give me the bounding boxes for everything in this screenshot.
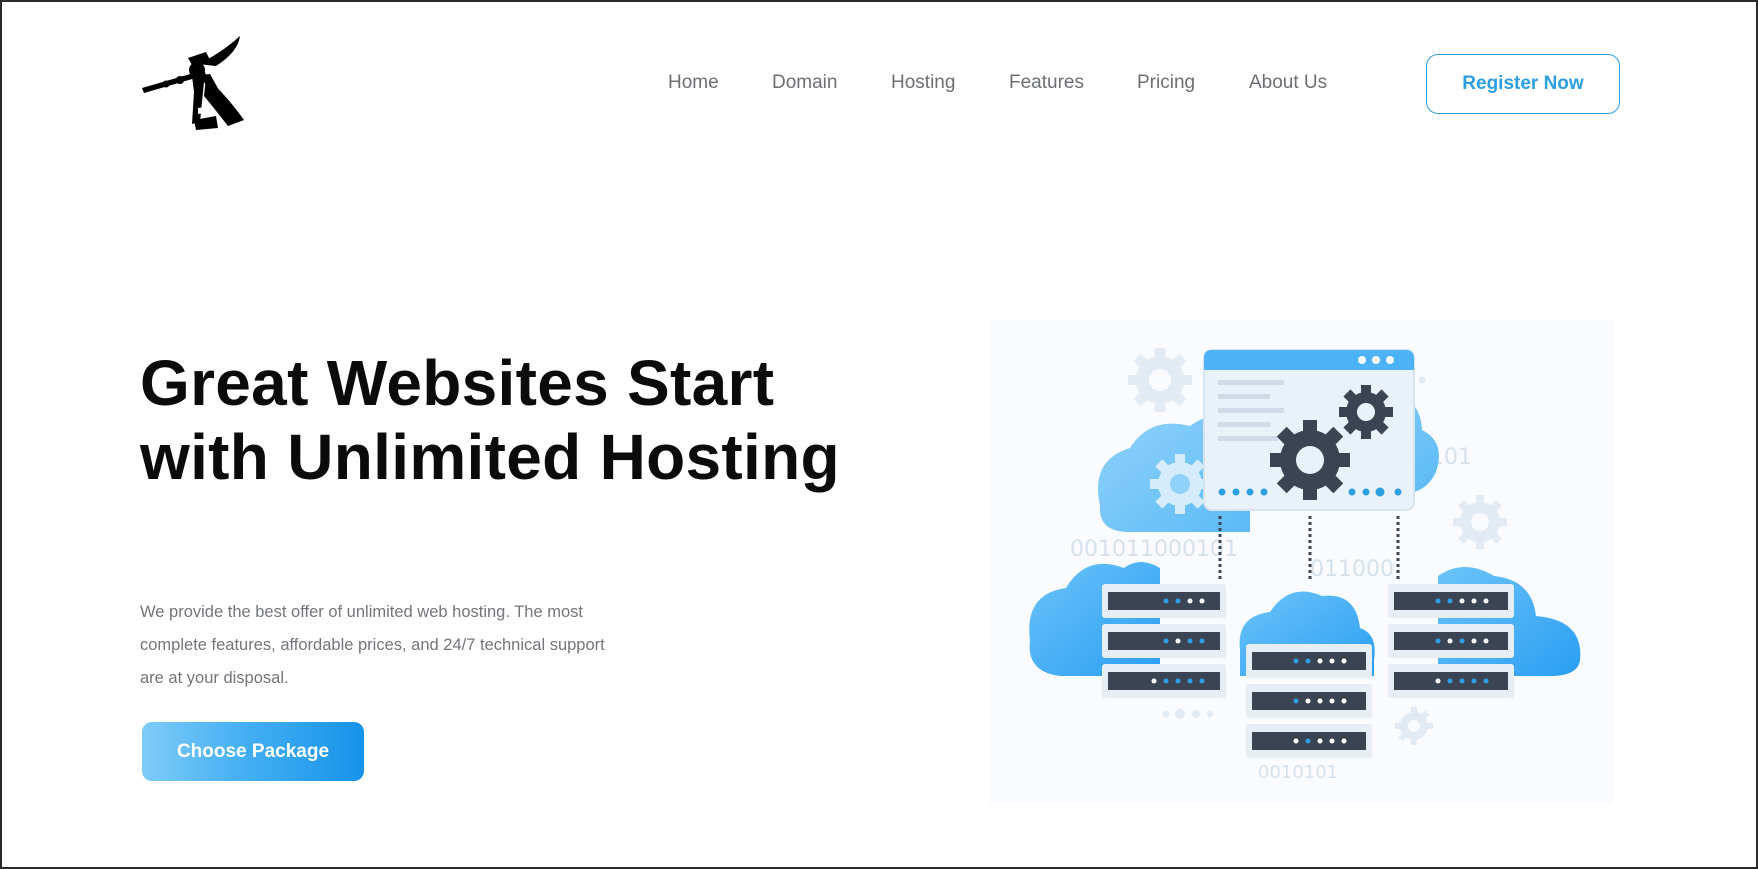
gear-icon (1453, 495, 1507, 549)
hero-description: We provide the best offer of unlimited w… (140, 603, 605, 687)
binary-text: 001011000101 (1070, 537, 1238, 562)
nav-about-us-link[interactable]: About Us (1249, 72, 1327, 94)
gear-icon (1339, 385, 1393, 439)
hero-title: Great Websites Start with Unlimited Host… (140, 347, 840, 493)
register-now-button[interactable]: Register Now (1426, 54, 1620, 114)
gear-icon (1395, 707, 1433, 745)
nav-domain-link[interactable]: Domain (772, 72, 837, 94)
choose-package-button[interactable]: Choose Package (142, 722, 364, 781)
gear-icon (1270, 420, 1350, 500)
server-rack-icon (1246, 644, 1372, 758)
cloud-servers-illustration: 0101 001011000101 011000 0010101 (990, 320, 1614, 804)
binary-text: 011000 (1310, 557, 1394, 582)
gear-icon (1128, 348, 1192, 412)
nav-pricing-link[interactable]: Pricing (1137, 72, 1195, 94)
server-rack-icon (1102, 584, 1226, 698)
server-rack-icon (1388, 584, 1514, 698)
gear-icon (1150, 454, 1210, 514)
nav-features-link[interactable]: Features (1009, 72, 1084, 94)
nav-home-link[interactable]: Home (668, 72, 719, 94)
binary-text: 0010101 (1258, 762, 1338, 783)
page-frame: Home Domain Hosting Features Pricing Abo… (0, 0, 1758, 869)
browser-window-icon (1203, 349, 1415, 511)
nav-hosting-link[interactable]: Hosting (891, 72, 955, 94)
